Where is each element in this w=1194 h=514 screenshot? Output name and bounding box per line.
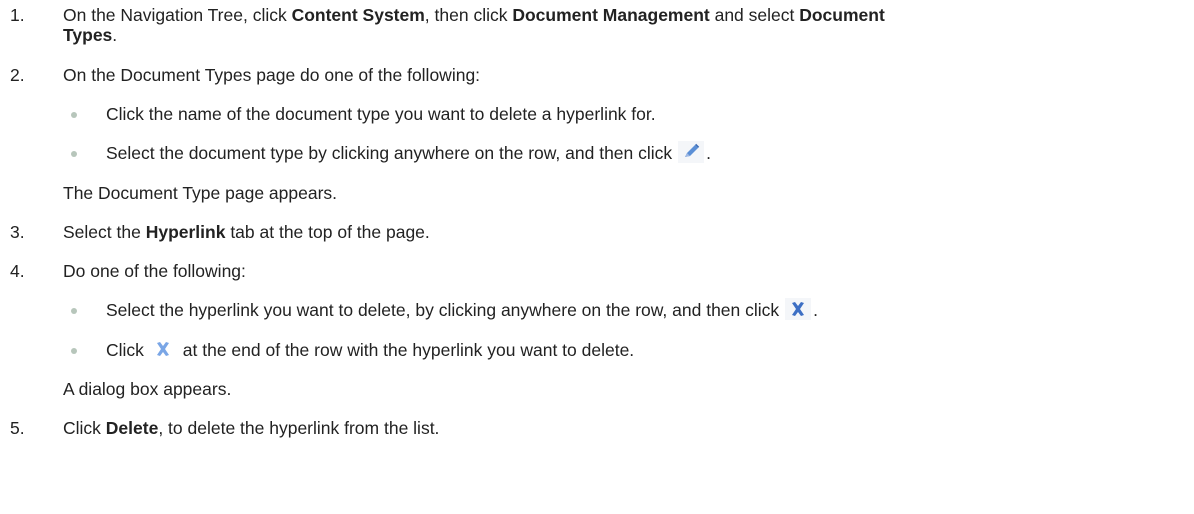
step-text: On the Document Types page do one of the… bbox=[63, 65, 481, 85]
step-number: 4. bbox=[10, 261, 25, 281]
step-text-segment: and select bbox=[709, 5, 800, 25]
step-text: Select the Hyperlink tab at the top of t… bbox=[63, 222, 430, 242]
option-text: Select the document type by clicking any… bbox=[106, 141, 712, 165]
step-text-segment: Select the bbox=[63, 222, 146, 242]
delete-x-icon bbox=[150, 338, 176, 360]
document-label: Document bbox=[799, 5, 885, 25]
option-text-segment: . bbox=[706, 143, 712, 163]
result-text: A dialog box appears. bbox=[63, 379, 232, 399]
bullet bbox=[71, 348, 77, 354]
step-text-segment: On the Navigation Tree, click bbox=[63, 5, 292, 25]
result-text: The Document Type page appears. bbox=[63, 183, 338, 203]
hyperlink-tab-label: Hyperlink bbox=[145, 222, 226, 242]
option-text-segment: Click bbox=[106, 340, 144, 360]
step-text-segment: , then click bbox=[424, 5, 513, 25]
step-text-segment: . bbox=[112, 25, 118, 45]
bullet bbox=[71, 151, 77, 157]
step-text-segment: tab at the top of the page. bbox=[225, 222, 430, 242]
option-text-segment: Select the document type by clicking any… bbox=[106, 143, 673, 163]
instructions-page: 1. On the Navigation Tree, click Content… bbox=[0, 0, 1194, 514]
step-text: Do one of the following: bbox=[63, 261, 246, 281]
types-label: Types bbox=[63, 25, 113, 45]
content-system-label: Content System bbox=[291, 5, 425, 25]
step-number: 5. bbox=[10, 418, 25, 438]
step-text-segment: , to delete the hyperlink from the list. bbox=[158, 418, 440, 438]
bullet bbox=[71, 308, 77, 314]
edit-pencil-icon bbox=[678, 141, 705, 164]
option-text-segment: . bbox=[813, 300, 819, 320]
option-text: Click at the end of the row with the hyp… bbox=[106, 340, 634, 362]
bullet bbox=[71, 112, 77, 118]
document-management-label: Document Management bbox=[512, 5, 710, 25]
option-text-segment: Select the hyperlink you want to delete,… bbox=[106, 300, 780, 320]
step-text: On the Navigation Tree, click Content Sy… bbox=[63, 5, 885, 25]
step-number: 1. bbox=[10, 5, 25, 25]
step-number: 2. bbox=[10, 65, 25, 85]
option-text: Select the hyperlink you want to delete,… bbox=[106, 298, 819, 322]
step-text: Click Delete, to delete the hyperlink fr… bbox=[63, 418, 439, 438]
step-text: Types. bbox=[63, 25, 117, 45]
step-number: 3. bbox=[10, 222, 25, 242]
option-text: Click the name of the document type you … bbox=[106, 104, 656, 124]
delete-x-icon bbox=[785, 298, 812, 321]
step-text-segment: Click bbox=[63, 418, 106, 438]
delete-label: Delete bbox=[105, 418, 159, 438]
option-text-segment: at the end of the row with the hyperlink… bbox=[177, 340, 635, 360]
